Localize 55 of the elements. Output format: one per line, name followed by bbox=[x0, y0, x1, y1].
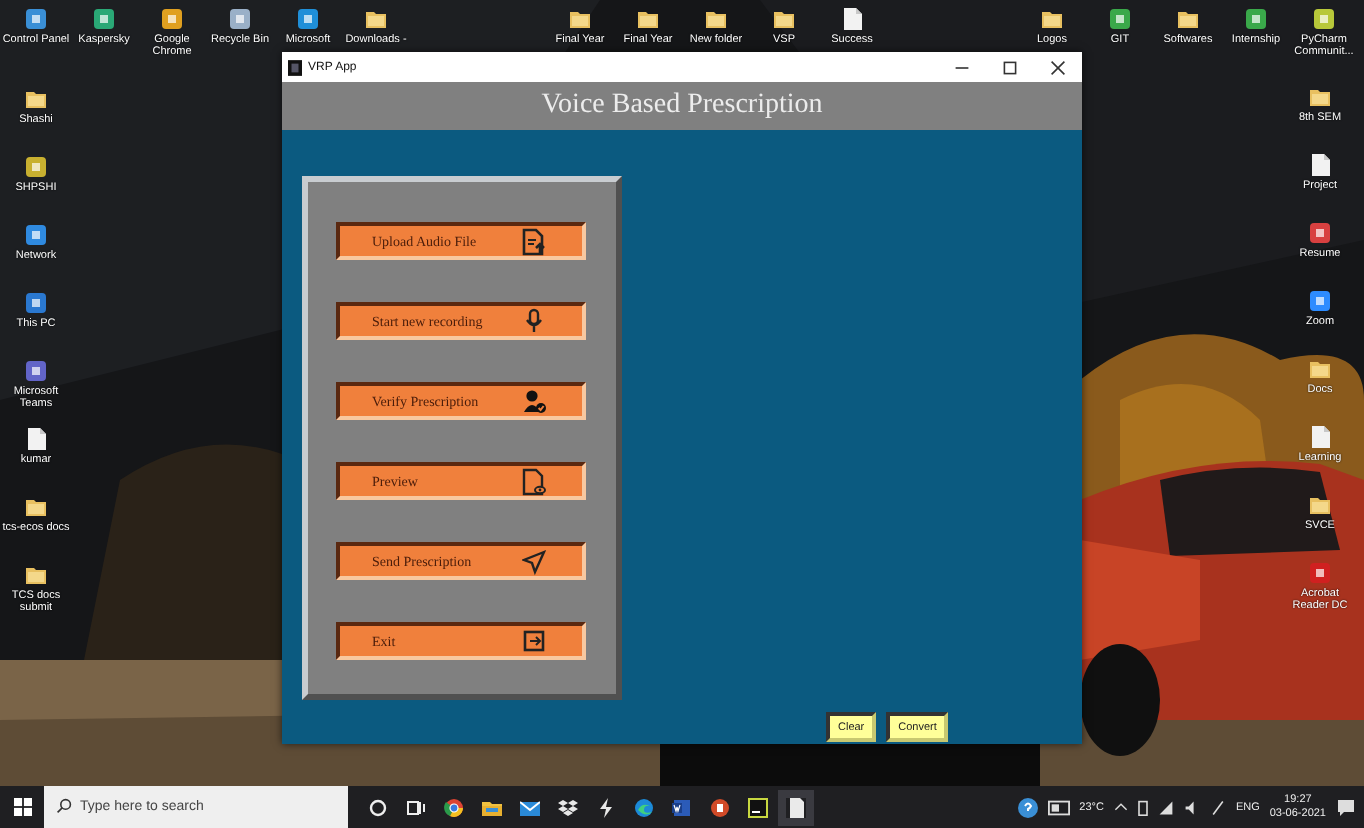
lightning-icon[interactable] bbox=[596, 797, 616, 817]
app-icon[interactable] bbox=[230, 8, 250, 30]
app-icon[interactable] bbox=[1246, 8, 1266, 30]
app-icon[interactable] bbox=[26, 8, 46, 30]
help-icon[interactable] bbox=[1017, 797, 1038, 817]
file-upload-icon bbox=[522, 227, 546, 255]
app-icon[interactable] bbox=[1310, 222, 1330, 244]
folder-icon[interactable] bbox=[1310, 494, 1330, 516]
app-icon[interactable] bbox=[162, 8, 182, 30]
mail-icon[interactable] bbox=[520, 797, 540, 817]
folder-icon[interactable] bbox=[366, 8, 386, 30]
folder-icon[interactable] bbox=[774, 8, 794, 30]
search-icon bbox=[56, 798, 72, 814]
battery-icon[interactable] bbox=[1137, 799, 1148, 815]
microphone-icon bbox=[522, 307, 546, 335]
folder-icon[interactable] bbox=[706, 8, 726, 30]
app-icon[interactable] bbox=[26, 292, 46, 314]
app-icon[interactable] bbox=[1314, 8, 1334, 30]
send-icon bbox=[522, 547, 546, 575]
folder-icon[interactable] bbox=[1310, 86, 1330, 108]
folder-icon[interactable] bbox=[26, 88, 46, 110]
folder-icon[interactable] bbox=[26, 564, 46, 586]
file-view-icon bbox=[522, 467, 546, 495]
chevron-icon[interactable] bbox=[1113, 800, 1128, 814]
app-icon[interactable] bbox=[26, 156, 46, 178]
app-icon[interactable] bbox=[26, 360, 46, 382]
maximize-icon[interactable] bbox=[1002, 59, 1018, 75]
browser-icon[interactable] bbox=[444, 797, 464, 817]
circle-icon[interactable] bbox=[368, 797, 388, 817]
volume-icon[interactable] bbox=[1183, 799, 1200, 815]
user-check-icon bbox=[522, 387, 546, 415]
folder-icon[interactable] bbox=[482, 797, 502, 817]
close-icon[interactable] bbox=[1050, 59, 1066, 75]
app-heading: Voice Based Prescription bbox=[541, 90, 823, 122]
app-icon[interactable] bbox=[26, 224, 46, 246]
notification-icon[interactable] bbox=[1336, 797, 1356, 817]
folder-icon[interactable] bbox=[570, 8, 590, 30]
app-icon[interactable] bbox=[1310, 290, 1330, 312]
folder-icon[interactable] bbox=[26, 496, 46, 518]
box-icon[interactable] bbox=[558, 797, 578, 817]
exit-icon bbox=[522, 627, 546, 655]
app-icon[interactable] bbox=[298, 8, 318, 30]
app-icon bbox=[288, 59, 302, 75]
slides-app-icon[interactable] bbox=[710, 797, 730, 817]
app-icon[interactable] bbox=[94, 8, 114, 30]
app-icon[interactable] bbox=[1110, 8, 1130, 30]
code-editor-icon[interactable] bbox=[748, 797, 768, 817]
document-app-icon[interactable] bbox=[672, 797, 692, 817]
folder-icon[interactable] bbox=[638, 8, 658, 30]
windows-icon[interactable] bbox=[13, 798, 31, 816]
browser-icon[interactable] bbox=[634, 797, 654, 817]
folder-icon[interactable] bbox=[1042, 8, 1062, 30]
network-icon[interactable] bbox=[1157, 799, 1174, 815]
folder-icon[interactable] bbox=[1178, 8, 1198, 30]
task-view-icon[interactable] bbox=[406, 797, 426, 817]
